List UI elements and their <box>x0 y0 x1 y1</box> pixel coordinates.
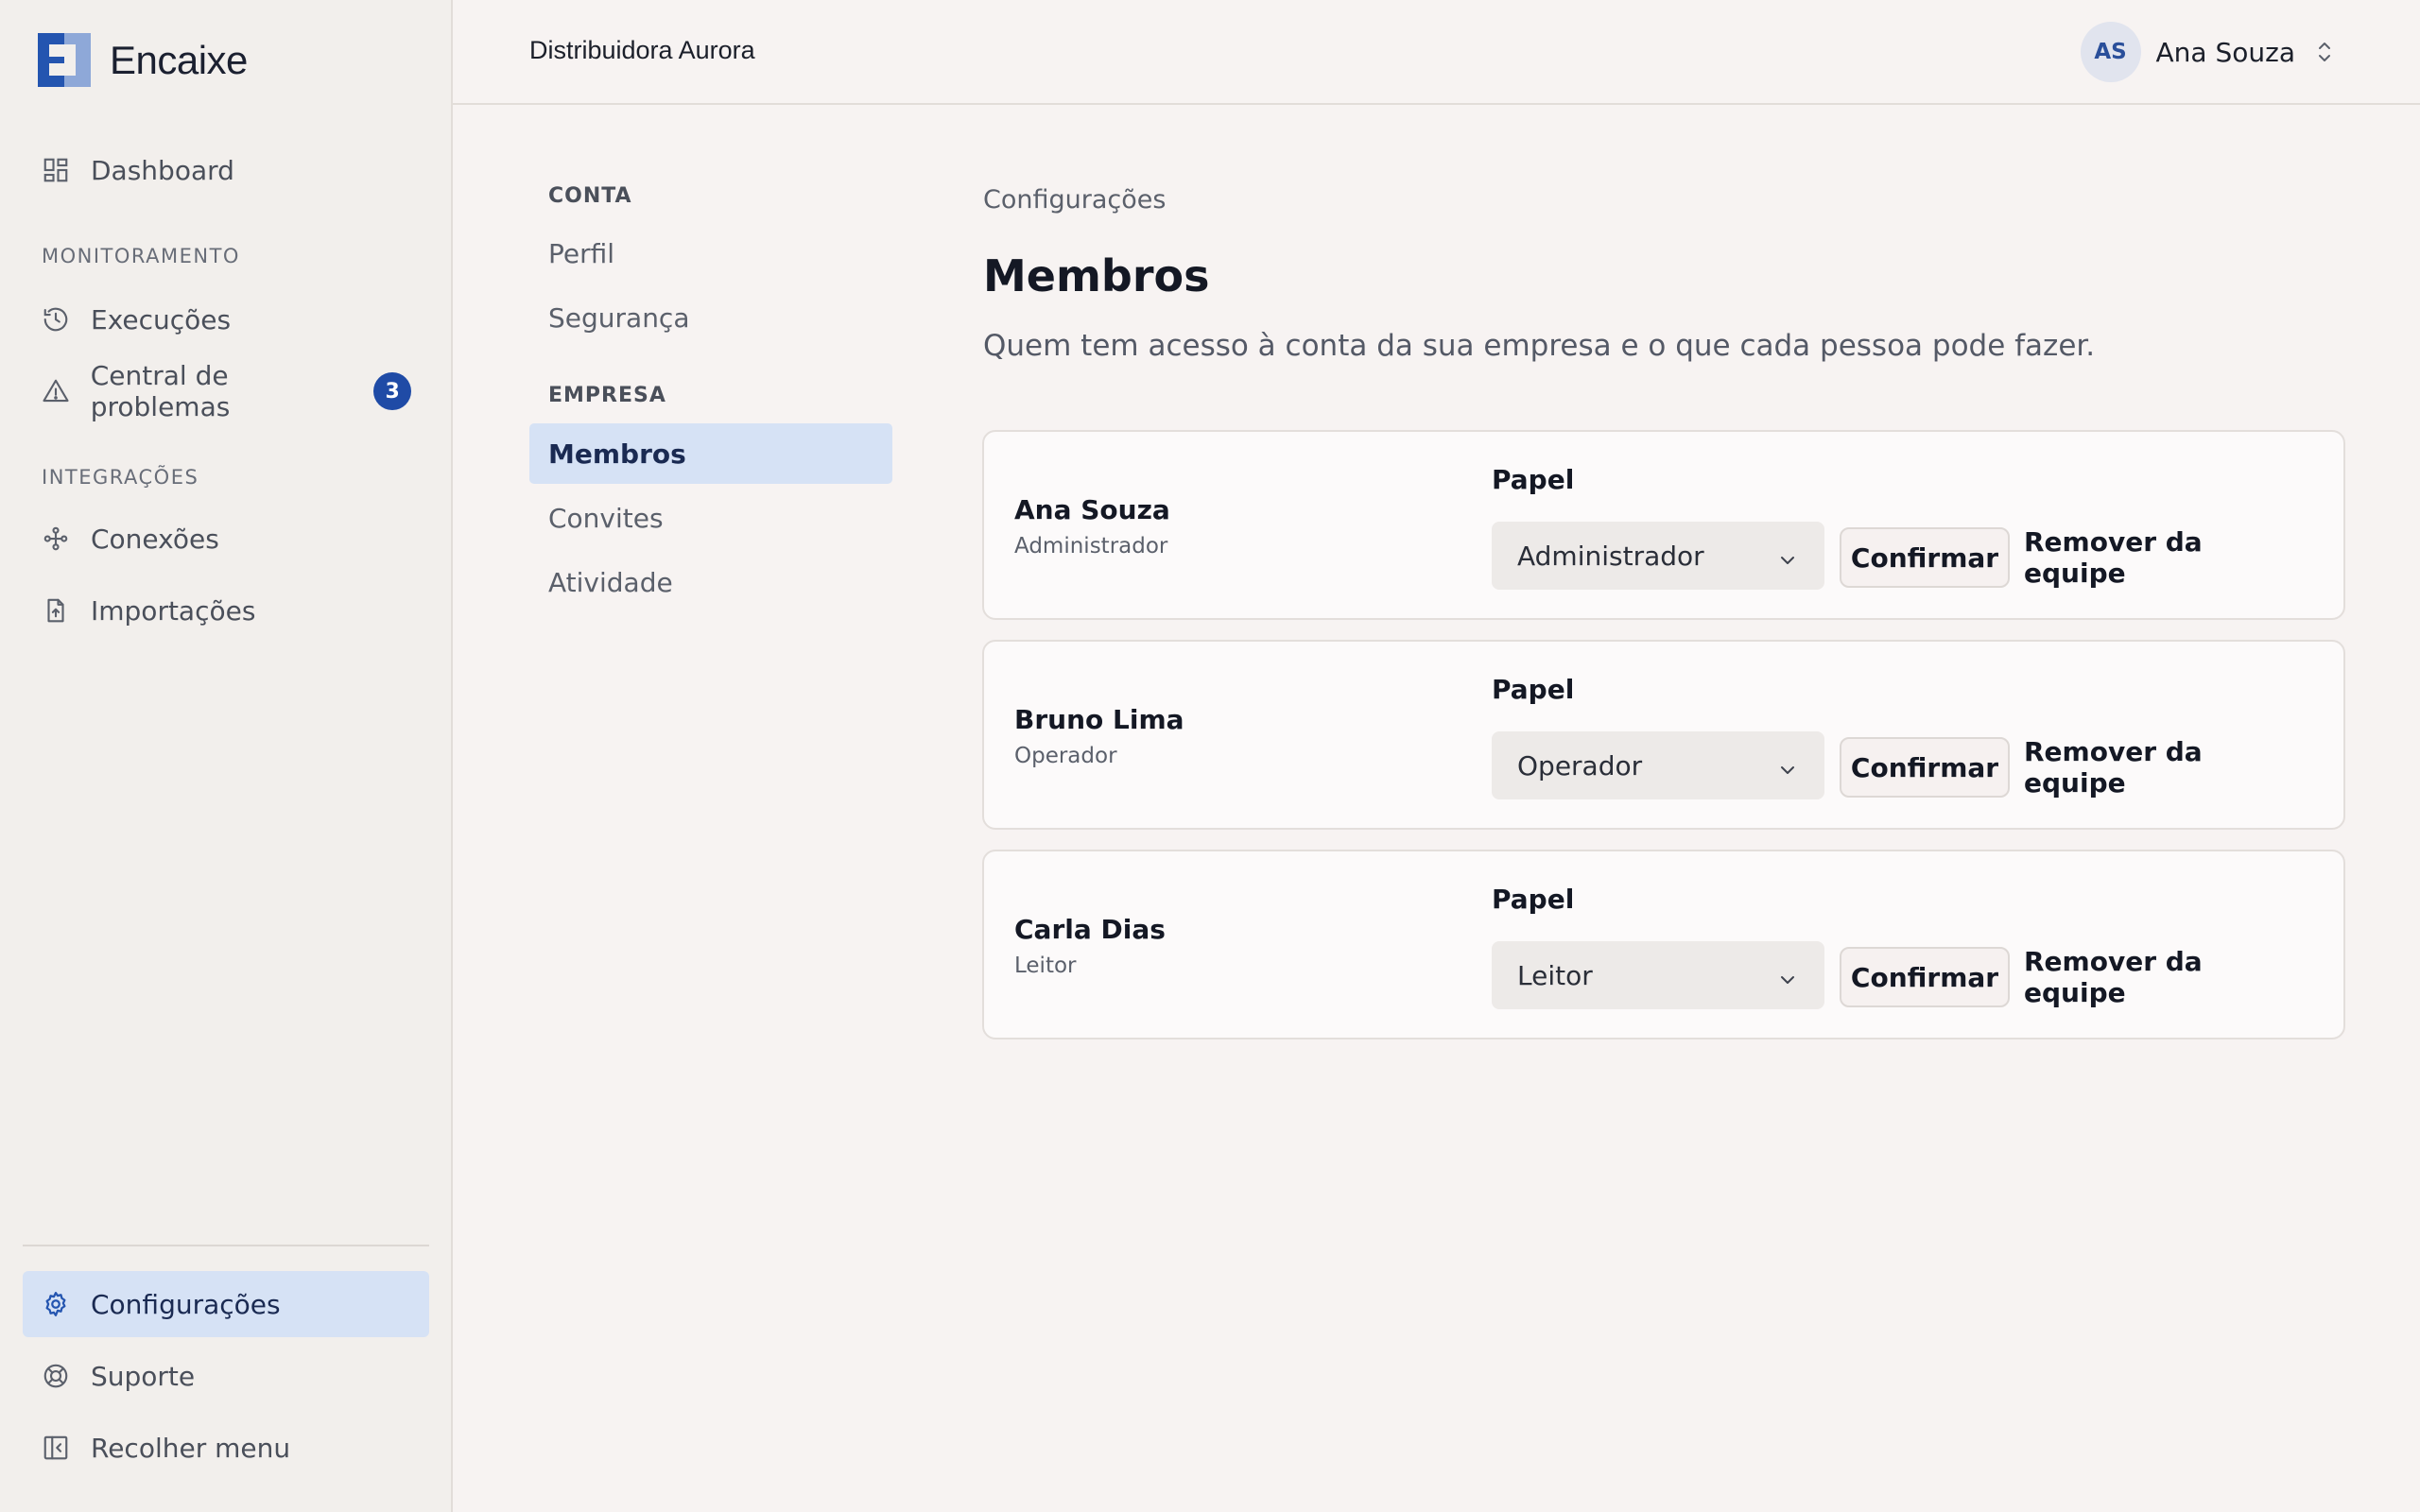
collapse-sidebar-icon <box>42 1433 72 1463</box>
user-name: Ana Souza <box>2155 36 2295 68</box>
role-select-value: Leitor <box>1517 959 1593 991</box>
chevron-down-icon <box>1777 966 1798 987</box>
member-role: Leitor <box>1014 954 1077 978</box>
remove-member-button[interactable]: Remover da equipe <box>2024 946 2308 1008</box>
page-subtitle: Quem tem acesso à conta da sua empresa e… <box>983 329 2096 363</box>
sidebar-item-label: Importações <box>91 594 256 627</box>
subnav-item-perfil[interactable]: Perfil <box>529 223 892 284</box>
role-select-value: Operador <box>1517 749 1643 782</box>
breadcrumb[interactable]: Configurações <box>983 185 1166 215</box>
sidebar-item-label: Central de problemas <box>90 360 231 422</box>
member-name: Ana Souza <box>1014 494 1170 525</box>
chevron-down-icon <box>1777 546 1798 567</box>
member-role: Operador <box>1014 744 1117 768</box>
chevron-down-icon <box>1777 756 1798 777</box>
role-select[interactable]: Leitor <box>1492 941 1824 1009</box>
subnav-item-membros[interactable]: Membros <box>529 423 892 484</box>
sidebar-item-recolher-menu[interactable]: Recolher menu <box>23 1415 429 1481</box>
sidebar-item-dashboard[interactable]: Dashboard <box>23 137 429 203</box>
member-name: Carla Dias <box>1014 914 1166 945</box>
member-role: Administrador <box>1014 534 1168 558</box>
encaixe-logo-icon <box>38 33 91 87</box>
file-upload-icon <box>42 595 72 626</box>
topbar: Distribuidora Aurora AS Ana Souza <box>453 0 2420 105</box>
remove-member-button[interactable]: Remover da equipe <box>2024 526 2308 589</box>
user-menu[interactable]: AS Ana Souza <box>2080 22 2335 82</box>
sidebar-item-label: Dashboard <box>91 154 234 186</box>
grid-icon <box>42 155 72 185</box>
sidebar-item-execucoes[interactable]: Execuções <box>23 286 429 352</box>
sidebar-section-monitoramento: MONITORAMENTO <box>42 245 240 267</box>
organization-name: Distribuidora Aurora <box>529 36 755 64</box>
brand[interactable]: Encaixe <box>38 33 248 87</box>
subnav-item-seguranca[interactable]: Segurança <box>529 287 892 348</box>
role-select[interactable]: Operador <box>1492 731 1824 799</box>
member-card: Carla Dias Leitor Papel Leitor Confirmar… <box>982 850 2345 1040</box>
sidebar-item-label: Conexões <box>91 523 219 555</box>
role-select[interactable]: Administrador <box>1492 522 1824 590</box>
page-title: Membros <box>983 250 1210 301</box>
member-card: Bruno Lima Operador Papel Operador Confi… <box>982 640 2345 830</box>
subnav-section-conta: CONTA <box>548 184 632 208</box>
sidebar-item-configuracoes[interactable]: Configurações <box>23 1271 429 1337</box>
subnav-item-convites[interactable]: Convites <box>529 488 892 548</box>
sidebar: Encaixe Dashboard MONITORAMENTO Execuçõe… <box>0 0 453 1512</box>
role-field-label: Papel <box>1492 674 1575 705</box>
chevron-up-down-icon <box>2314 38 2335 66</box>
sidebar-item-label: Configurações <box>91 1288 281 1320</box>
problems-count-badge: 3 <box>373 372 411 410</box>
member-name: Bruno Lima <box>1014 704 1184 735</box>
role-select-value: Administrador <box>1517 540 1704 572</box>
subnav-section-empresa: EMPRESA <box>548 384 666 407</box>
sidebar-item-label: Recolher menu <box>91 1432 291 1464</box>
confirm-button[interactable]: Confirmar <box>1840 527 2010 588</box>
sidebar-item-label: Execuções <box>91 303 232 335</box>
sidebar-item-importacoes[interactable]: Importações <box>23 577 429 644</box>
alert-triangle-icon <box>42 376 72 406</box>
subnav-item-atividade[interactable]: Atividade <box>529 552 892 612</box>
avatar: AS <box>2080 22 2141 82</box>
sidebar-section-integracoes: INTEGRAÇÕES <box>42 466 199 489</box>
brand-name: Encaixe <box>110 37 248 82</box>
sidebar-item-conexoes[interactable]: Conexões <box>23 506 429 572</box>
role-field-label: Papel <box>1492 464 1575 495</box>
lifebuoy-icon <box>42 1361 72 1391</box>
gear-icon <box>42 1289 72 1319</box>
confirm-button[interactable]: Confirmar <box>1840 947 2010 1007</box>
history-icon <box>42 304 72 335</box>
sidebar-item-suporte[interactable]: Suporte <box>23 1343 429 1409</box>
sidebar-item-central-de-problemas[interactable]: Central de problemas 3 <box>23 358 429 424</box>
sidebar-item-label: Suporte <box>91 1360 196 1392</box>
member-card: Ana Souza Administrador Papel Administra… <box>982 430 2345 620</box>
role-field-label: Papel <box>1492 884 1575 915</box>
remove-member-button[interactable]: Remover da equipe <box>2024 736 2308 799</box>
connections-icon <box>42 524 72 554</box>
confirm-button[interactable]: Confirmar <box>1840 737 2010 798</box>
sidebar-divider <box>23 1245 429 1246</box>
